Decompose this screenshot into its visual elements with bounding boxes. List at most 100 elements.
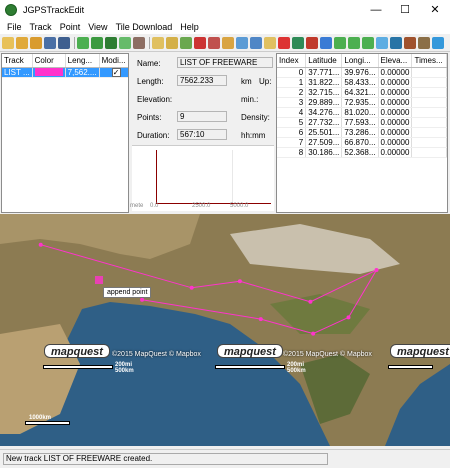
track-point[interactable] <box>258 317 263 322</box>
menu-view[interactable]: View <box>84 22 111 32</box>
table-row[interactable]: 5 27.732... 77.593... 0.00000 <box>277 117 447 128</box>
record-icon[interactable] <box>278 36 290 49</box>
column-modified[interactable]: Modi... <box>99 54 128 68</box>
delete-icon[interactable] <box>194 36 206 49</box>
maximize-button[interactable]: ☐ <box>390 0 420 20</box>
latitude-cell: 30.186... <box>305 147 343 158</box>
track-point[interactable] <box>38 242 43 247</box>
column-longitude[interactable]: Longi... <box>341 54 379 68</box>
toolbar <box>0 34 450 52</box>
save-icon[interactable] <box>44 36 56 49</box>
column-index[interactable]: Index <box>277 54 307 68</box>
index-cell: 1 <box>277 77 307 88</box>
density-label: Density: <box>241 113 270 122</box>
elevation-min-label: min.: <box>241 95 259 104</box>
compress-icon[interactable] <box>119 36 131 49</box>
track-point[interactable] <box>189 285 194 290</box>
name-field[interactable]: LIST OF FREEWARE <box>177 57 273 68</box>
arrow-up-icon[interactable] <box>334 36 346 49</box>
help-icon[interactable] <box>432 36 444 49</box>
map-icon[interactable] <box>292 36 304 49</box>
open-recent-icon[interactable] <box>30 36 42 49</box>
longitude-cell: 58.433... <box>341 77 379 88</box>
table-row[interactable]: 8 30.186... 52.368... 0.00000 <box>277 147 447 158</box>
elevation-cell: 0.00000 <box>378 87 413 98</box>
column-length[interactable]: Leng... <box>65 54 100 68</box>
track-point[interactable] <box>346 315 351 320</box>
merge-icon[interactable] <box>91 36 103 49</box>
elevation-cell: 0.00000 <box>378 97 413 108</box>
scale-label-km: 500km <box>287 368 306 374</box>
pencil-icon[interactable] <box>376 36 388 49</box>
scale-bar-small: 1000km <box>25 415 85 428</box>
column-track[interactable]: Track <box>2 54 33 68</box>
column-latitude[interactable]: Latitude <box>305 54 343 68</box>
table-row[interactable]: 7 27.509... 66.870... 0.00000 <box>277 137 447 148</box>
table-row[interactable]: 4 34.276... 81.020... 0.00000 <box>277 107 447 118</box>
table-row[interactable]: LIST ... 7,562.... ✓ <box>2 67 128 78</box>
color-swatch[interactable] <box>34 68 63 76</box>
table-row[interactable]: 6 25.501... 73.286... 0.00000 <box>277 127 447 138</box>
latitude-cell: 32.715... <box>305 87 343 98</box>
map-view[interactable]: mapquest ©2015 MapQuest © Mapbox mapques… <box>0 214 450 446</box>
table-row[interactable]: 2 32.715... 64.321... 0.00000 <box>277 87 447 98</box>
points-table-header: Index Latitude Longi... Eleva... Times..… <box>277 54 447 68</box>
table-row[interactable]: 3 29.889... 72.935... 0.00000 <box>277 97 447 108</box>
table-row[interactable]: 1 31.822... 58.433... 0.00000 <box>277 77 447 88</box>
menu-point[interactable]: Point <box>56 22 85 32</box>
scale-bar <box>388 363 448 374</box>
track-point[interactable] <box>237 279 242 284</box>
mapquest-logo: mapquest <box>390 344 450 358</box>
track-table-header: Track Color Leng... Modi... <box>2 54 128 68</box>
zoom-in-icon[interactable] <box>236 36 248 49</box>
column-timestamp[interactable]: Times... <box>411 54 447 68</box>
longitude-cell: 66.870... <box>341 137 379 148</box>
timestamp-cell <box>411 97 447 108</box>
select-icon[interactable] <box>152 36 164 49</box>
table-row[interactable]: 0 37.771... 39.976... 0.00000 <box>277 67 447 78</box>
map-canvas[interactable] <box>0 214 450 446</box>
zoom-select-icon[interactable] <box>264 36 276 49</box>
close-button[interactable]: ✕ <box>420 0 450 20</box>
zoom-out-icon[interactable] <box>250 36 262 49</box>
edit-icon[interactable] <box>166 36 178 49</box>
latitude-cell: 27.509... <box>305 137 343 148</box>
track-point[interactable] <box>308 299 313 304</box>
index-cell: 3 <box>277 97 307 108</box>
arrow-right-icon[interactable] <box>362 36 374 49</box>
active-point-marker[interactable] <box>95 276 103 284</box>
home-icon[interactable] <box>404 36 416 49</box>
column-elevation[interactable]: Eleva... <box>378 54 413 68</box>
elevation-cell: 0.00000 <box>378 127 413 138</box>
reverse-icon[interactable] <box>77 36 89 49</box>
track-table: Track Color Leng... Modi... LIST ... 7,5… <box>2 54 128 78</box>
menu-track[interactable]: Track <box>26 22 56 32</box>
menu-tile-download[interactable]: Tile Download <box>112 22 177 32</box>
new-track-icon[interactable] <box>2 36 14 49</box>
info-icon[interactable] <box>390 36 402 49</box>
menu-help[interactable]: Help <box>176 22 203 32</box>
split-icon[interactable] <box>105 36 117 49</box>
track-point[interactable] <box>374 268 379 272</box>
flag-icon[interactable] <box>306 36 318 49</box>
timestamp-cell <box>411 137 447 148</box>
arrow-down-icon[interactable] <box>348 36 360 49</box>
scale-line <box>25 421 70 425</box>
column-color[interactable]: Color <box>32 54 66 68</box>
home-alt-icon[interactable] <box>418 36 430 49</box>
undo-icon[interactable] <box>180 36 192 49</box>
index-cell: 2 <box>277 87 307 98</box>
timestamp-cell <box>411 77 447 88</box>
chart-x-axis <box>156 203 271 204</box>
track-point[interactable] <box>140 297 145 302</box>
image-icon[interactable] <box>222 36 234 49</box>
marker-icon[interactable] <box>133 36 145 49</box>
menu-file[interactable]: File <box>3 22 26 32</box>
stop-icon[interactable] <box>208 36 220 49</box>
save-as-icon[interactable] <box>58 36 70 49</box>
track-point[interactable] <box>311 331 316 336</box>
open-folder-icon[interactable] <box>16 36 28 49</box>
minimize-button[interactable]: — <box>361 0 391 20</box>
layers-icon[interactable] <box>320 36 332 49</box>
modified-checkbox[interactable]: ✓ <box>111 67 121 76</box>
